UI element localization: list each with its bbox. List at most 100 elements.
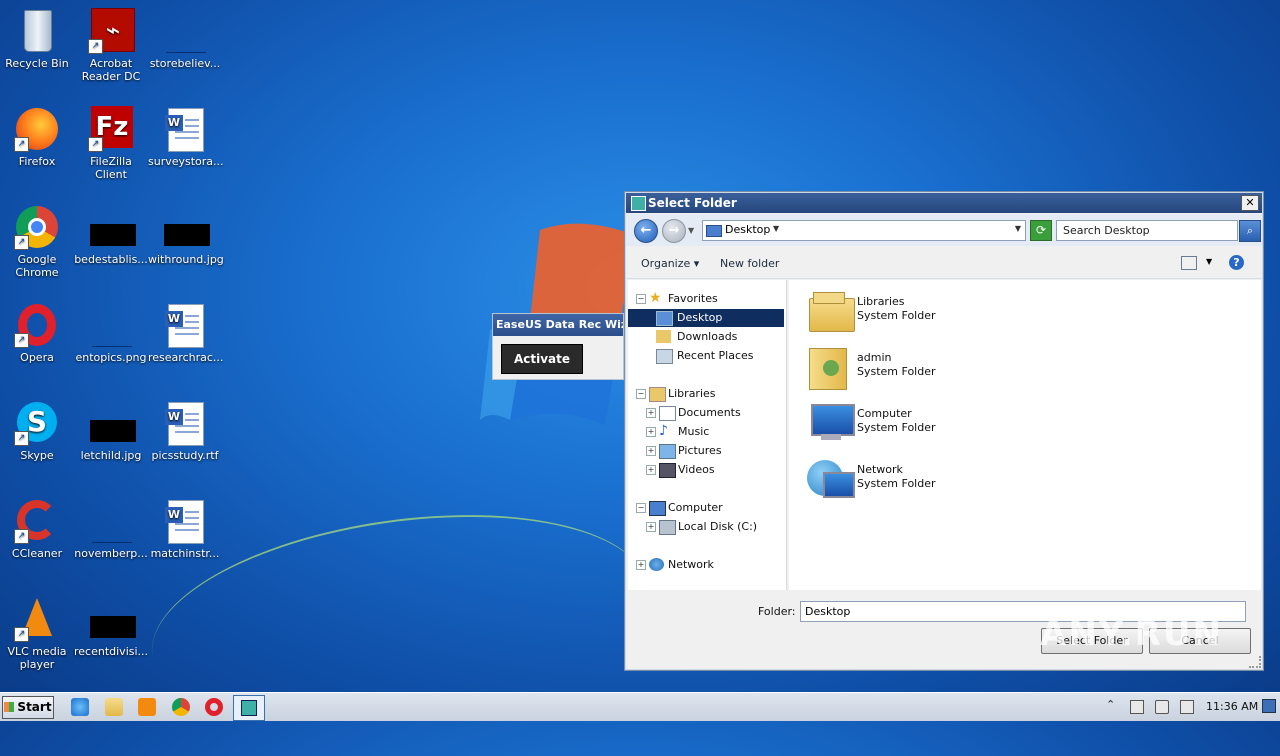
desktop-icon-acrobat[interactable]: ⌁ ↗ Acrobat Reader DC (74, 8, 148, 83)
address-bar[interactable]: Desktop ▼ ▼ (702, 220, 1026, 241)
desktop-icon-filezilla[interactable]: Fz ↗ FileZilla Client (74, 106, 148, 181)
user-folder-icon (807, 344, 853, 390)
desktop-icon-file-bedestablis[interactable]: bedestablis... (74, 204, 148, 266)
tree-item-pictures[interactable]: + Pictures (646, 442, 784, 460)
documents-icon (659, 406, 676, 421)
desktop-icon-firefox[interactable]: ↗ Firefox (0, 106, 74, 168)
action-center-flag-icon[interactable] (1180, 700, 1194, 714)
chrome-taskbar-icon[interactable] (172, 698, 190, 716)
desktop-icon-file-letchild[interactable]: letchild.jpg (74, 400, 148, 462)
tree-item-downloads[interactable]: Downloads (628, 328, 784, 346)
refresh-button[interactable]: ⟳ (1030, 220, 1052, 241)
tree-item-music[interactable]: + ♪ Music (646, 423, 784, 441)
expand-icon[interactable]: + (636, 560, 646, 570)
image-file-icon (88, 400, 136, 446)
collapse-icon[interactable]: − (636, 389, 646, 399)
activate-button[interactable]: Activate (501, 344, 583, 374)
file-explorer-icon[interactable] (105, 698, 123, 716)
tree-item-recent-places[interactable]: Recent Places (628, 347, 784, 365)
desktop-icon-ccleaner[interactable]: ↗ CCleaner (0, 498, 74, 560)
expand-icon[interactable]: + (646, 522, 656, 532)
view-dropdown-icon[interactable]: ▼ (1206, 257, 1212, 266)
help-icon[interactable]: ? (1229, 255, 1244, 270)
tree-item-local-disk[interactable]: + Local Disk (C:) (646, 518, 784, 536)
internet-explorer-icon[interactable] (71, 698, 89, 716)
computer-icon (807, 400, 855, 444)
breadcrumb-arrow-icon[interactable]: ▼ (773, 224, 779, 233)
desktop-icon-file-withround[interactable]: withround.jpg (148, 204, 224, 266)
tree-item-computer[interactable]: − Computer (636, 499, 784, 517)
back-button[interactable]: ← (634, 219, 658, 243)
forward-button[interactable]: → (662, 219, 686, 243)
collapse-icon[interactable]: − (636, 294, 646, 304)
desktop-icon-skype[interactable]: S ↗ Skype (0, 400, 74, 462)
skype-icon: S ↗ (14, 400, 60, 446)
tree-item-libraries[interactable]: − Libraries (636, 385, 784, 403)
desktop-icon-file-novemberp[interactable]: novemberp... (74, 498, 148, 560)
show-desktop-icon[interactable] (1262, 699, 1276, 713)
videos-icon (659, 463, 676, 478)
libraries-folder-icon (807, 288, 855, 332)
desktop-icon-file-storebeliev[interactable]: storebeliev... (148, 8, 222, 70)
expand-icon[interactable]: + (646, 408, 656, 418)
windows-flag-icon (4, 702, 15, 712)
list-item-computer[interactable]: Computer System Folder (807, 398, 1057, 448)
folder-content-pane: Libraries System Folder admin System Fol… (789, 280, 1261, 590)
recent-pages-dropdown-icon[interactable]: ▼ (688, 226, 694, 235)
collapse-icon[interactable]: − (636, 503, 646, 513)
desktop-icon-file-matchinstr[interactable]: W matchinstr... (148, 498, 222, 560)
vlc-icon: ↗ (14, 596, 60, 642)
tree-item-videos[interactable]: + Videos (646, 461, 784, 479)
address-dropdown-icon[interactable]: ▼ (1015, 224, 1021, 233)
tray-expand-icon[interactable]: ⌃ (1106, 698, 1115, 711)
folder-label: Folder: (758, 605, 796, 618)
close-button[interactable]: ✕ (1241, 195, 1259, 211)
desktop-icon-file-surveystora[interactable]: W surveystora... (148, 106, 224, 168)
opera-taskbar-icon[interactable] (205, 698, 223, 716)
list-item-libraries[interactable]: Libraries System Folder (807, 286, 1057, 336)
expand-icon[interactable]: + (646, 465, 656, 475)
network-tray-icon[interactable] (1130, 700, 1144, 714)
new-folder-button[interactable]: New folder (720, 257, 779, 270)
desktop-icon-recycle-bin[interactable]: Recycle Bin (0, 8, 74, 70)
desktop-icon-file-recentdivisi[interactable]: recentdivisi... (74, 596, 148, 658)
network-globe-icon (807, 456, 855, 500)
word-document-icon: W (162, 400, 208, 446)
firefox-icon: ↗ (14, 106, 60, 152)
desktop-icon-opera[interactable]: ↗ Opera (0, 302, 74, 364)
taskbar-active-app[interactable] (233, 695, 265, 721)
desktop-icon-google-chrome[interactable]: ↗ Google Chrome (0, 204, 74, 279)
desktop-icon-file-entopics[interactable]: entopics.png (74, 302, 148, 364)
media-player-icon[interactable] (138, 698, 156, 716)
desktop-icon-file-researchrac[interactable]: W researchrac... (148, 302, 223, 364)
recycle-bin-icon (14, 8, 60, 54)
dialog-titlebar[interactable]: Select Folder ✕ (626, 193, 1262, 213)
recent-places-icon (656, 349, 673, 364)
resize-grip[interactable] (1249, 656, 1261, 668)
expand-icon[interactable]: + (646, 427, 656, 437)
search-input[interactable]: Search Desktop ⌕ (1056, 220, 1261, 242)
tree-item-favorites[interactable]: − ★ Favorites (636, 290, 784, 308)
easeus-taskbar-icon (241, 700, 257, 716)
tree-item-network[interactable]: + Network (636, 556, 784, 574)
volume-icon[interactable] (1155, 700, 1169, 714)
acrobat-icon: ⌁ ↗ (88, 8, 135, 54)
search-icon[interactable]: ⌕ (1239, 220, 1261, 242)
pictures-icon (659, 444, 676, 459)
desktop-icon-vlc[interactable]: ↗ VLC media player (0, 596, 74, 671)
view-options-icon[interactable] (1181, 256, 1197, 270)
desktop-icon-file-picsstudy[interactable]: W picsstudy.rtf (148, 400, 222, 462)
chrome-icon: ↗ (14, 204, 60, 250)
opera-icon: ↗ (14, 302, 60, 348)
tree-item-documents[interactable]: + Documents (646, 404, 784, 422)
expand-icon[interactable]: + (646, 446, 656, 456)
clock[interactable]: 11:36 AM (1206, 700, 1258, 713)
image-file-icon (162, 8, 208, 54)
select-folder-dialog: Select Folder ✕ ← → ▼ Desktop ▼ ▼ ⟳ Sear… (624, 191, 1264, 671)
organize-button[interactable]: Organize ▾ (641, 257, 699, 270)
list-item-network[interactable]: Network System Folder (807, 454, 1057, 504)
tree-item-desktop[interactable]: Desktop (628, 309, 784, 327)
image-file-icon (88, 596, 136, 642)
list-item-admin[interactable]: admin System Folder (807, 342, 1057, 392)
start-button[interactable]: Start (2, 696, 54, 719)
